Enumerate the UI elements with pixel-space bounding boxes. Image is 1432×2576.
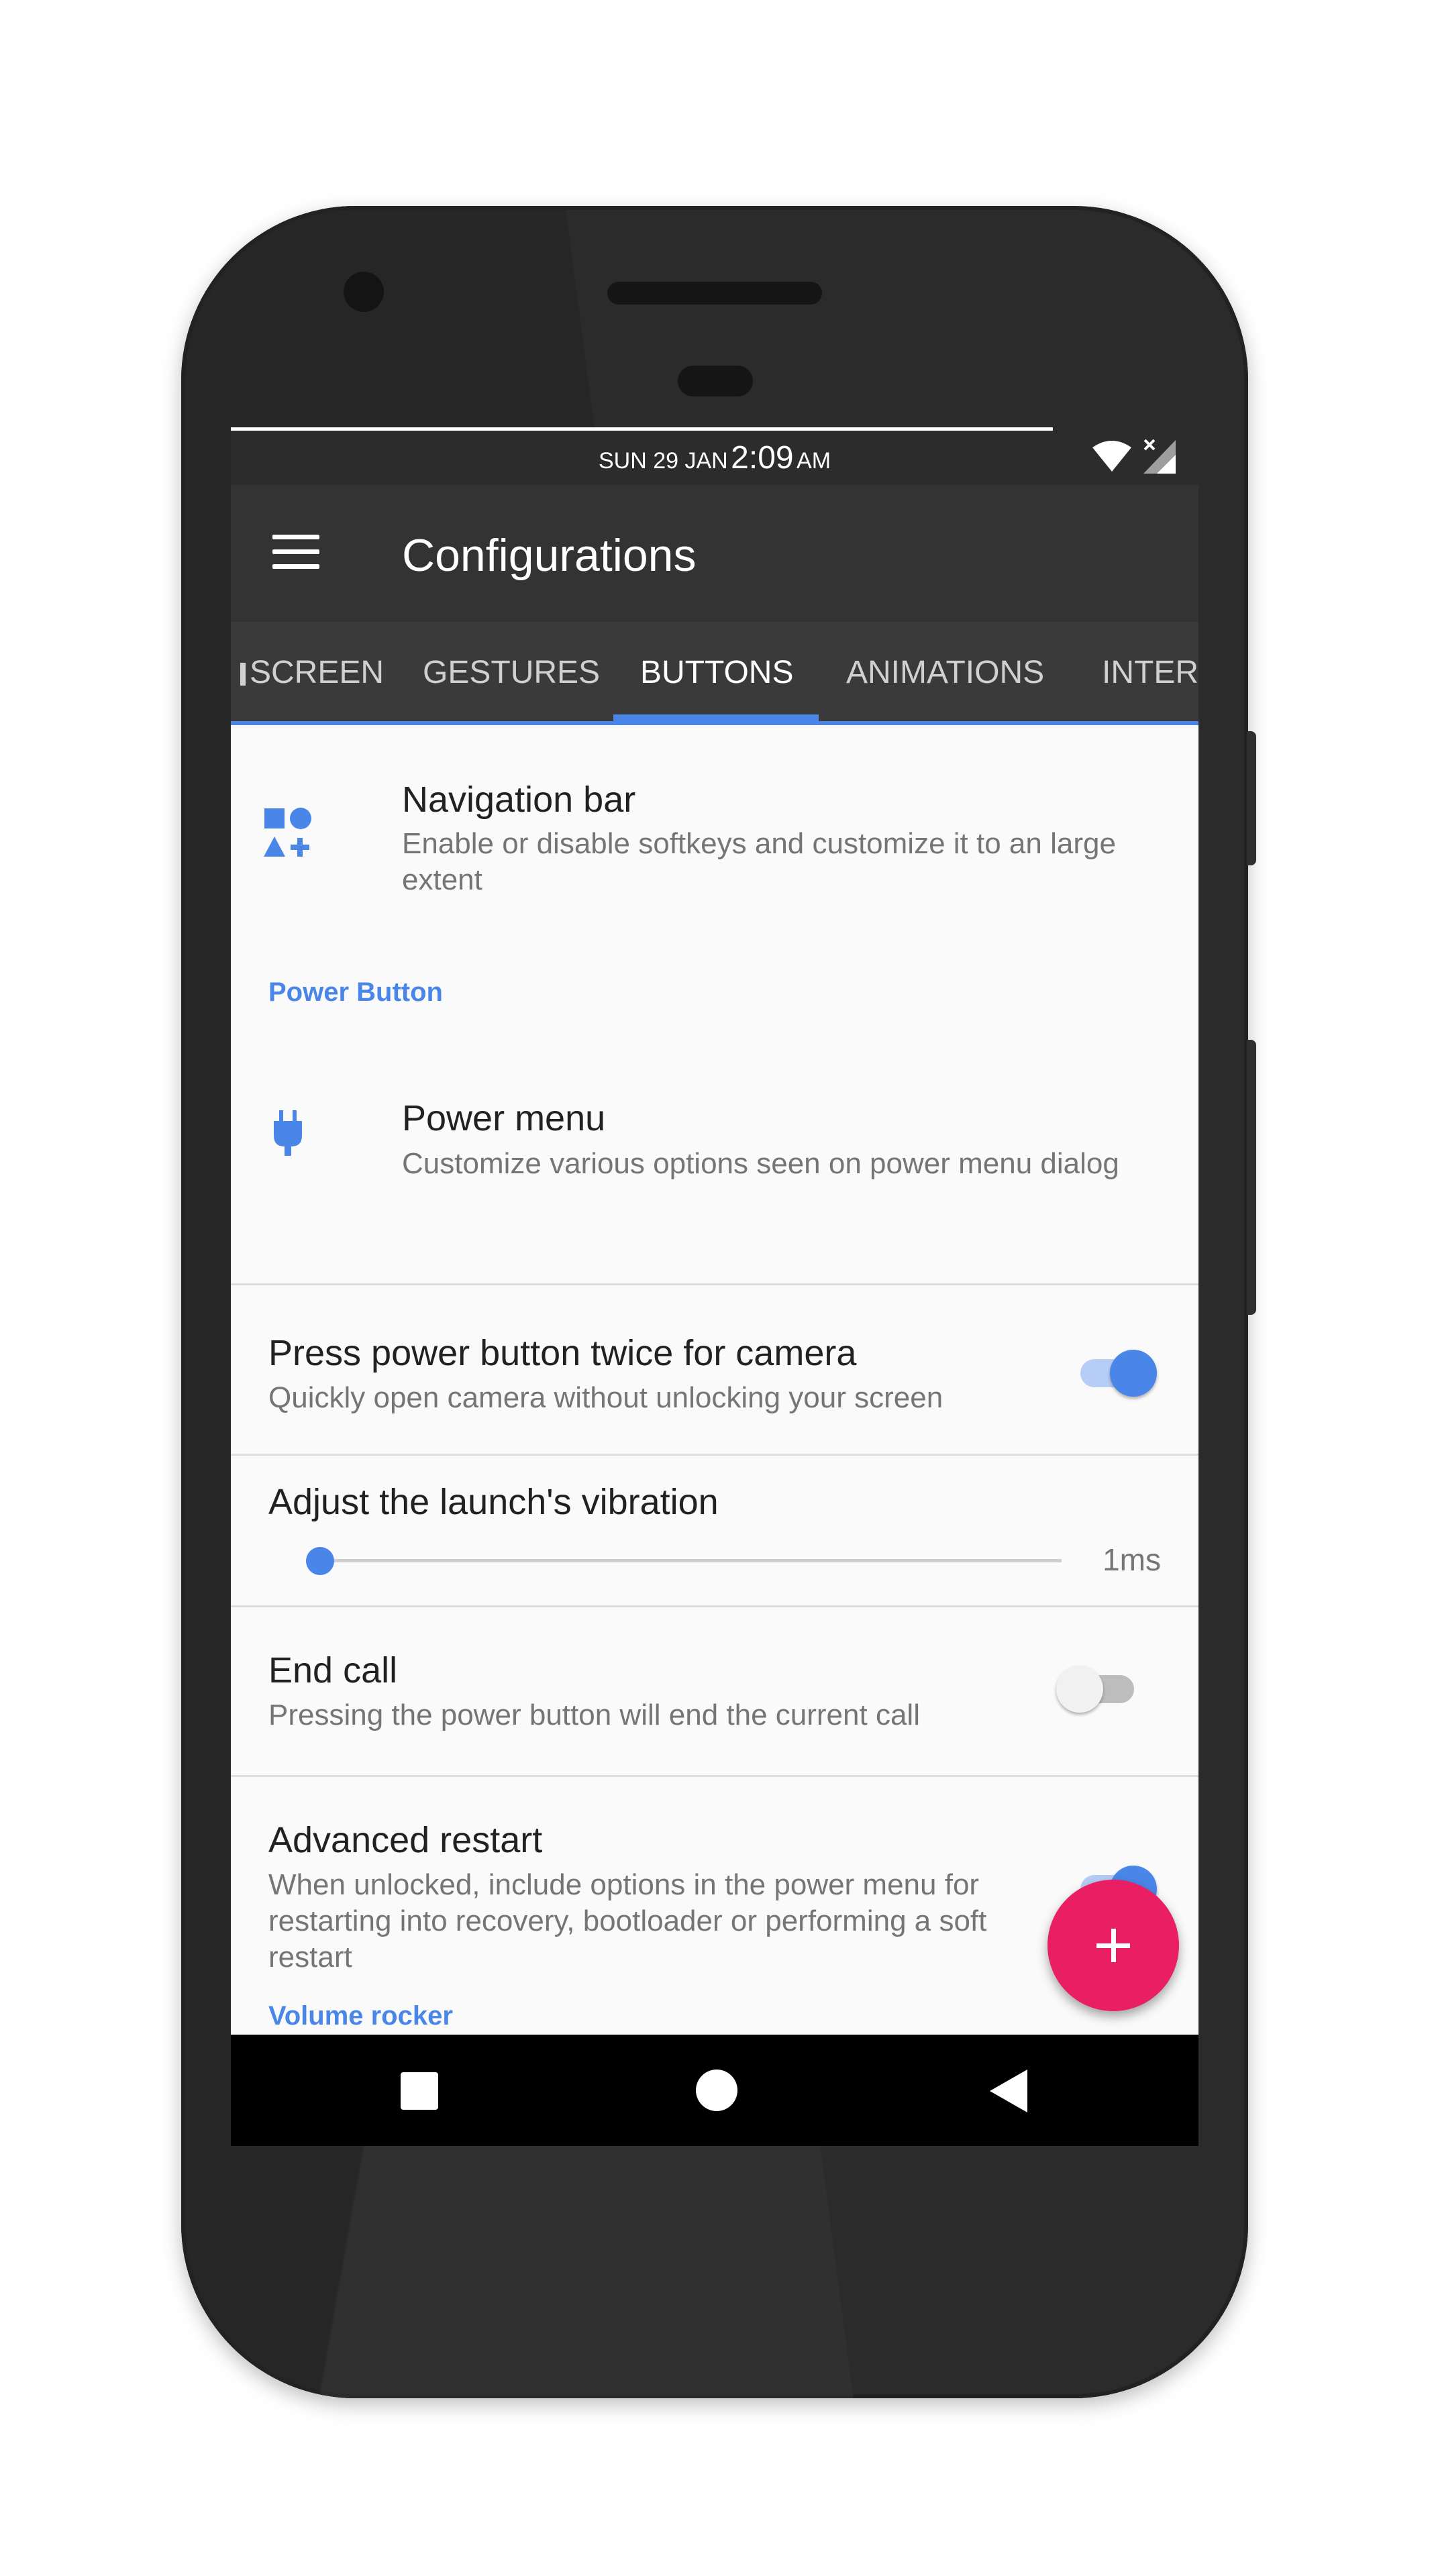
plus-icon-stroke <box>1111 1929 1116 1962</box>
pref-title: Navigation bar <box>402 780 636 820</box>
vibration-slider-track[interactable] <box>306 1559 1062 1562</box>
signal-no-sim-icon <box>1143 439 1176 474</box>
page-title: Configurations <box>402 530 697 581</box>
volume-button <box>1247 731 1256 865</box>
proximity-sensor <box>678 366 753 396</box>
tab-animations[interactable]: ANIMATIONS <box>846 622 1044 724</box>
tab-gestures[interactable]: GESTURES <box>423 622 600 724</box>
tab-active-indicator <box>613 714 819 724</box>
status-progress-line <box>231 427 1053 431</box>
system-nav-bar <box>231 2035 1198 2146</box>
status-bar: SUN 29 JAN 2:09 AM <box>231 427 1198 485</box>
preferences-list: Navigation bar Enable or disable softkey… <box>231 725 1198 2031</box>
category-volume-rocker: Volume rocker <box>268 2001 453 2031</box>
pref-power-menu[interactable]: Power menu Customize various options see… <box>231 1040 1198 1282</box>
pref-title: Power menu <box>402 1098 606 1138</box>
pref-end-call[interactable]: End call Pressing the power button will … <box>231 1607 1198 1777</box>
pref-title: End call <box>268 1650 398 1690</box>
pref-title: Adjust the launch's vibration <box>268 1482 719 1522</box>
tab-interface[interactable]: INTERF <box>1102 622 1198 724</box>
tab-buttons[interactable]: BUTTONS <box>640 622 793 724</box>
tab-screen-label: SCREEN <box>250 655 385 690</box>
pref-summary: Enable or disable softkeys and customize… <box>402 827 1116 896</box>
pref-title: Advanced restart <box>268 1820 543 1860</box>
add-fab-button[interactable] <box>1047 1880 1179 2011</box>
power-button <box>1247 1040 1256 1315</box>
status-ampm: AM <box>797 448 831 474</box>
pref-summary: Quickly open camera without unlocking yo… <box>268 1381 943 1414</box>
pref-title: Press power button twice for camera <box>268 1333 857 1373</box>
pref-summary: Pressing the power button will end the c… <box>268 1699 920 1731</box>
status-clock: SUN 29 JAN 2:09 AM <box>231 439 1198 476</box>
power-plug-icon <box>274 1110 302 1156</box>
end-call-toggle-switch[interactable] <box>1056 1658 1137 1713</box>
category-power-button: Power Button <box>268 977 443 1007</box>
status-icons <box>1091 435 1177 477</box>
home-icon[interactable] <box>696 2070 737 2111</box>
pref-summary: When unlocked, include options in the po… <box>268 1868 987 1974</box>
tab-clipped-edge <box>240 663 246 686</box>
vibration-value: 1ms <box>1103 1542 1161 1577</box>
pref-launch-vibration: Adjust the launch's vibration 1ms <box>231 1456 1198 1607</box>
status-time: 2:09 <box>731 440 794 476</box>
shapes-icon <box>264 808 311 857</box>
tab-bar: SCREEN GESTURES BUTTONS ANIMATIONS INTER… <box>231 622 1198 724</box>
pref-navigation-bar[interactable]: Navigation bar Enable or disable softkey… <box>231 725 1198 926</box>
tab-screen[interactable]: SCREEN <box>240 622 384 724</box>
camera-toggle-switch[interactable] <box>1076 1342 1157 1397</box>
front-camera <box>344 272 384 312</box>
phone-screen: SUN 29 JAN 2:09 AM Configurations SCREEN… <box>231 427 1198 2146</box>
pref-summary: Customize various options seen on power … <box>402 1147 1119 1180</box>
pref-double-press-camera[interactable]: Press power button twice for camera Quic… <box>231 1285 1198 1455</box>
hamburger-menu-icon[interactable] <box>272 535 319 572</box>
earpiece-speaker <box>607 282 822 305</box>
back-icon[interactable] <box>990 2070 1027 2112</box>
status-date: SUN 29 JAN <box>598 448 728 474</box>
vibration-slider-thumb[interactable] <box>306 1547 334 1575</box>
recent-apps-icon[interactable] <box>401 2072 438 2110</box>
app-bar: Configurations <box>231 485 1198 622</box>
wifi-icon <box>1092 441 1131 472</box>
